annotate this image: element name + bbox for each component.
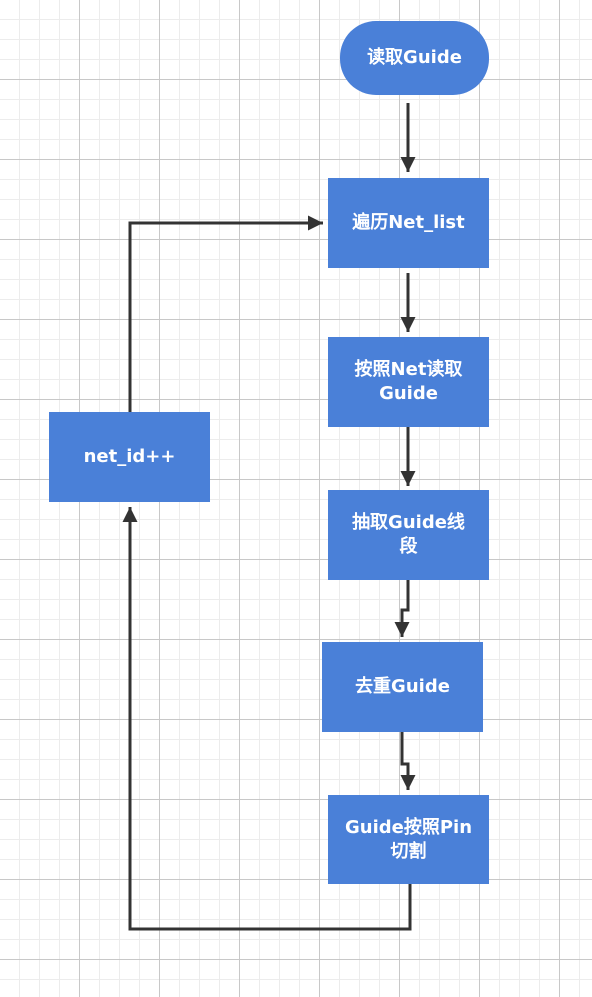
read-guide-by-net-node: 按照Net读取 Guide: [328, 337, 489, 427]
edge-increment-to-traverse: [128, 215, 323, 412]
extract-guide-segments-node: 抽取Guide线 段: [328, 490, 489, 580]
net-id-increment-node: net_id++: [49, 412, 210, 502]
traverse-net-list-node: 遍历Net_list: [328, 178, 489, 268]
edge-dedupe-to-cut-by-pin: [400, 732, 416, 790]
cut-guide-by-pin-node: Guide按照Pin 切割: [328, 795, 489, 884]
start-node: 读取Guide: [340, 21, 489, 95]
edge-extract-to-dedupe: [394, 580, 410, 637]
dedupe-guide-node: 去重Guide: [322, 642, 483, 732]
